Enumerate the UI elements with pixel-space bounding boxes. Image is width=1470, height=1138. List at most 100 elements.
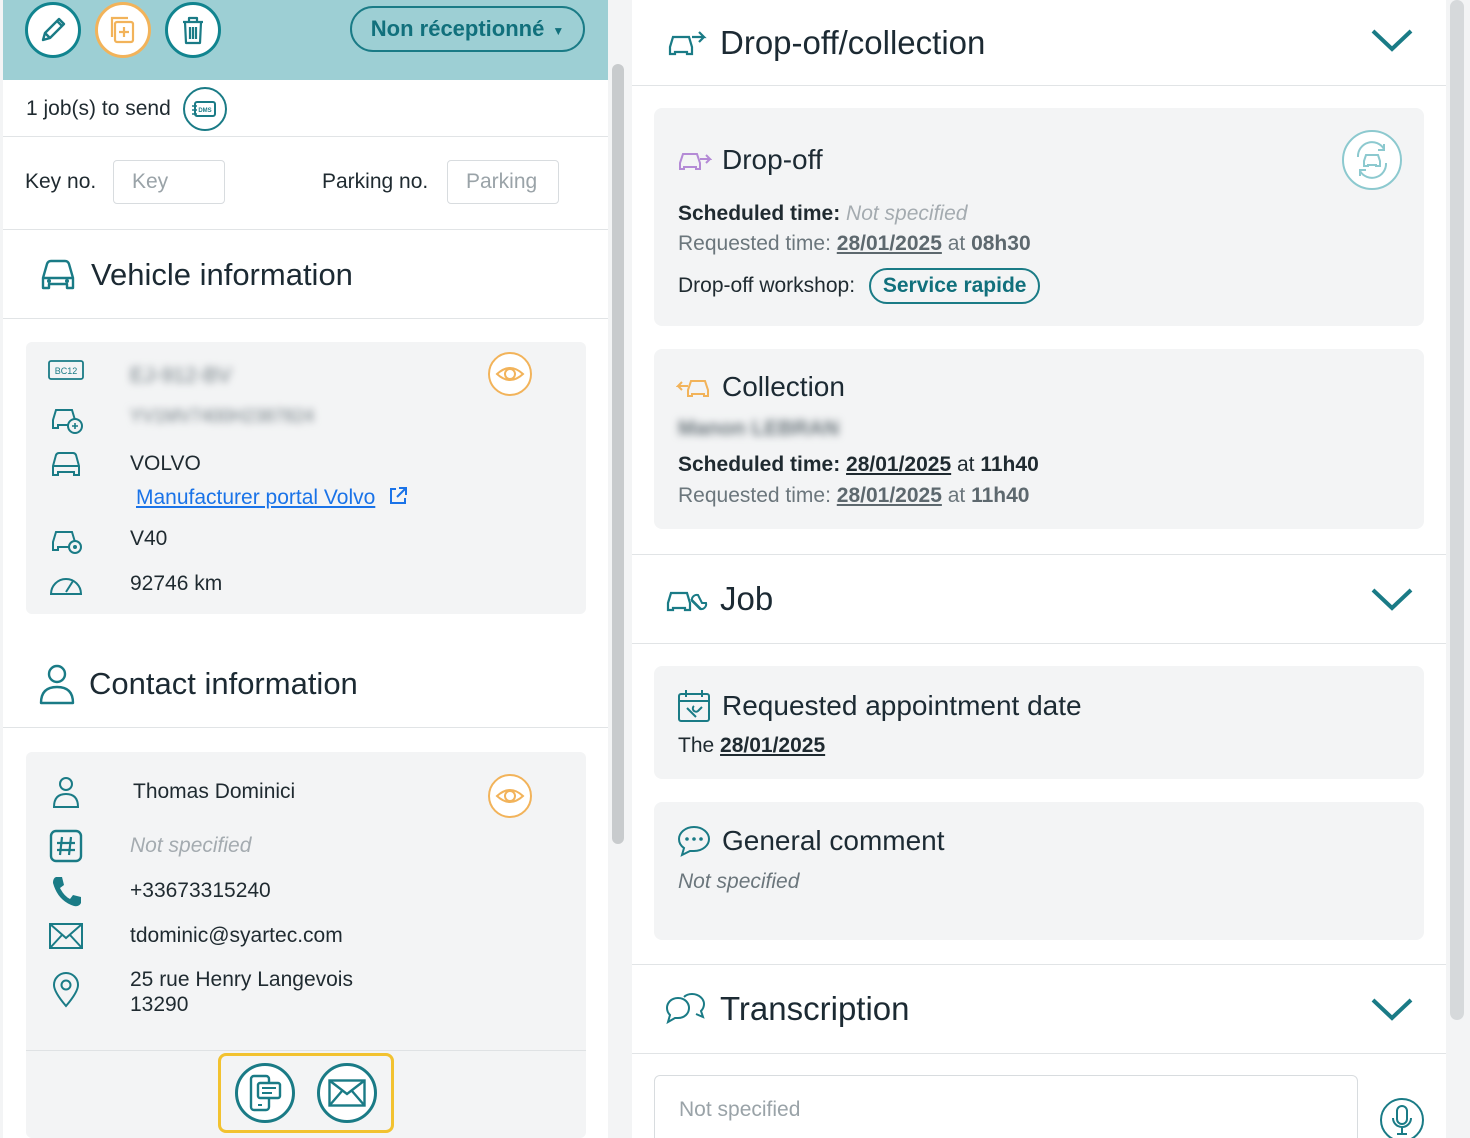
vehicle-title: Vehicle information	[91, 256, 353, 292]
chat-bubbles-icon	[665, 992, 706, 1025]
pencil-icon	[41, 17, 66, 42]
collection-at-2: at	[947, 484, 966, 507]
appointment-date: 28/01/2025	[720, 734, 826, 757]
duplicate-button[interactable]	[95, 2, 151, 58]
jobs-to-send-row: 1 job(s) to send DMS	[3, 81, 608, 137]
collection-title-row: Collection	[676, 371, 845, 403]
comment-card: General comment Not specified	[654, 802, 1424, 940]
contact-name: Thomas Dominici	[133, 780, 296, 803]
app-root: Non réceptionné ▼ 1 job(s) to send DMS K…	[0, 0, 1470, 1138]
trash-icon	[183, 16, 203, 45]
mail-icon	[48, 918, 84, 954]
delete-button[interactable]	[165, 2, 221, 58]
person-icon	[39, 664, 75, 704]
collection-scheduled-time: 11h40	[980, 453, 1039, 476]
edit-button[interactable]	[25, 2, 81, 58]
collection-scheduled-date: 28/01/2025	[846, 453, 952, 476]
transcription-value: Not specified	[679, 1098, 801, 1121]
show-vehicle-data-button[interactable]	[488, 352, 532, 396]
brand-value: VOLVO	[130, 452, 201, 475]
plate-icon: BC12	[48, 352, 84, 388]
send-jobs-button[interactable]: DMS	[182, 86, 227, 131]
collection-person: Manon LEBRAN	[678, 417, 839, 440]
dropoff-action-button[interactable]	[1342, 130, 1402, 190]
external-link-icon	[390, 487, 408, 504]
appointment-line: The 28/01/2025	[678, 734, 825, 758]
appointment-title-row: Requested appointment date	[676, 688, 1082, 724]
dropoff-car-icon	[679, 153, 712, 170]
dropoff-requested-label: Requested time:	[678, 232, 831, 255]
vin-value: YV1MV7400H2387824	[130, 406, 315, 426]
dms-send-icon: DMS	[191, 100, 216, 117]
dropoff-collection-title: Drop-off/collection	[720, 23, 986, 61]
contact-section-header: Contact information	[3, 640, 608, 728]
car-exchange-icon	[668, 30, 707, 55]
sms-phone-icon	[249, 1074, 282, 1112]
chevron-down-icon[interactable]	[1370, 995, 1414, 1023]
collection-card: Collection Manon LEBRAN Scheduled time: …	[654, 349, 1424, 529]
phone-icon	[48, 873, 84, 909]
dropoff-scheduled-label: Scheduled time:	[678, 202, 841, 225]
comment-value: Not specified	[678, 870, 800, 893]
collection-requested-time: 11h40	[971, 484, 1030, 507]
appointment-prefix: The	[678, 734, 715, 757]
model-value: V40	[130, 527, 168, 550]
envelope-icon	[328, 1079, 366, 1107]
send-email-button[interactable]	[317, 1063, 377, 1123]
vehicle-section-header: Vehicle information	[3, 231, 608, 319]
mileage-value: 92746 km	[130, 572, 223, 595]
keys-row: Key no. Parking no.	[3, 138, 608, 230]
job-title: Job	[720, 580, 774, 617]
send-sms-button[interactable]	[235, 1063, 295, 1123]
appointment-card: Requested appointment date The 28/01/202…	[654, 666, 1424, 779]
caret-down-icon: ▼	[552, 23, 565, 38]
dropoff-collection-header[interactable]: Drop-off/collection	[632, 0, 1446, 86]
status-label: Non réceptionné	[370, 16, 545, 41]
parking-input[interactable]	[447, 160, 559, 204]
collection-title: Collection	[722, 371, 845, 402]
dropoff-at: at	[947, 232, 966, 255]
collection-scheduled-line: Scheduled time: 28/01/2025 at 11h40	[678, 453, 1039, 477]
plate-icon-text: BC12	[55, 366, 78, 376]
chevron-down-icon[interactable]	[1370, 26, 1414, 54]
dropoff-workshop-label: Drop-off workshop:	[678, 274, 856, 297]
collection-car-icon	[676, 380, 709, 397]
collection-scheduled-label: Scheduled time:	[678, 453, 841, 476]
collection-requested-label: Requested time:	[678, 484, 831, 507]
car-repair-icon	[666, 591, 708, 612]
collection-requested-line: Requested time: 28/01/2025 at 11h40	[678, 484, 1029, 508]
job-section-header[interactable]: Job	[632, 554, 1446, 644]
manufacturer-portal-link-text[interactable]: Manufacturer portal Volvo	[136, 486, 375, 509]
dropoff-requested-line: Requested time: 28/01/2025 at 08h30	[678, 232, 1031, 256]
person-small-icon	[48, 774, 84, 810]
collection-at: at	[957, 453, 975, 476]
car-sync-icon	[1356, 141, 1388, 179]
right-panel: Drop-off/collection Drop-off Scheduled t…	[632, 0, 1446, 1138]
model-icon	[48, 522, 84, 558]
transcription-section-header[interactable]: Transcription	[632, 964, 1446, 1054]
right-scrollbar[interactable]	[1450, 0, 1464, 1020]
eye-icon	[495, 367, 525, 381]
contact-actions-highlight	[218, 1053, 394, 1133]
transcription-title: Transcription	[720, 990, 910, 1027]
show-contact-data-button[interactable]	[488, 774, 532, 818]
comment-title: General comment	[722, 825, 945, 856]
collection-requested-date: 28/01/2025	[836, 484, 942, 507]
contact-address-line1: 25 rue Henry Langevois	[130, 968, 353, 991]
microphone-icon	[1392, 1105, 1412, 1135]
hash-icon	[48, 828, 84, 864]
calendar-icon	[678, 690, 710, 722]
transcription-textbox[interactable]: Not specified	[654, 1075, 1358, 1138]
parking-label: Parking no.	[322, 170, 429, 193]
status-dropdown[interactable]: Non réceptionné ▼	[350, 6, 585, 52]
dropoff-scheduled-line: Scheduled time: Not specified	[678, 202, 967, 226]
dropoff-title-row: Drop-off	[676, 144, 823, 176]
manufacturer-portal-link[interactable]: Manufacturer portal Volvo	[136, 485, 409, 510]
microphone-button[interactable]	[1380, 1098, 1424, 1138]
chevron-down-icon[interactable]	[1370, 585, 1414, 613]
key-input[interactable]	[113, 160, 225, 204]
left-panel: Non réceptionné ▼ 1 job(s) to send DMS K…	[3, 0, 608, 1138]
dropoff-workshop-badge: Service rapide	[868, 268, 1041, 304]
left-scrollbar[interactable]	[612, 64, 624, 844]
dropoff-requested-time: 08h30	[971, 232, 1031, 255]
